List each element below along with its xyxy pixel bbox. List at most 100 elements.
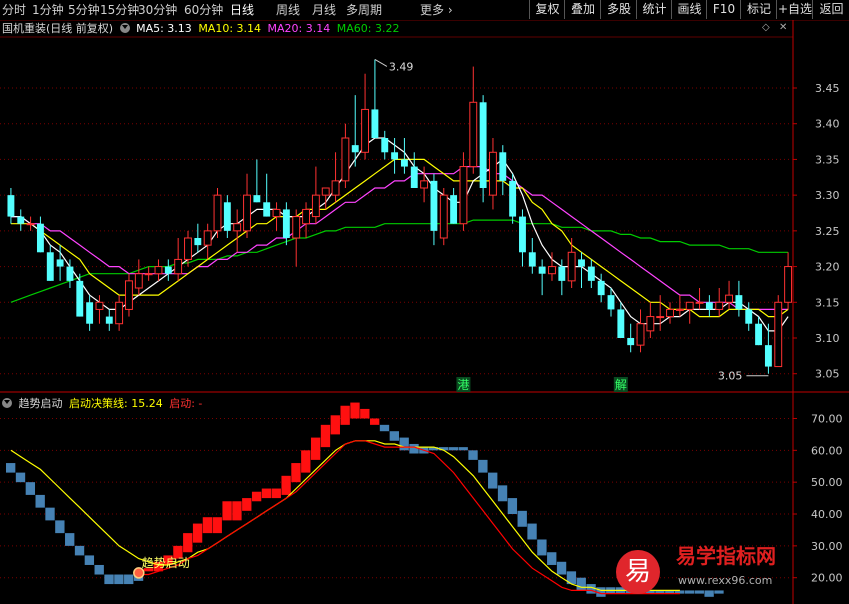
trend-bar — [517, 510, 527, 527]
trend-bar — [192, 523, 203, 543]
candle-body-up — [548, 266, 556, 275]
trend-bar — [320, 424, 331, 448]
trend-bar — [6, 463, 16, 473]
trend-bar — [65, 533, 75, 546]
candle-body-down — [705, 302, 713, 310]
candle-body-up — [715, 301, 724, 310]
candle-body-up — [725, 294, 733, 303]
candle-body-up — [567, 251, 576, 282]
low-price-label: 3.05 — [718, 370, 743, 383]
candle-body-down — [764, 345, 772, 367]
price-tick-label: 3.40 — [815, 118, 840, 131]
candle-body-up — [469, 101, 478, 168]
candle-body-up — [203, 230, 212, 246]
candle-body-down — [105, 316, 113, 324]
candle-body-up — [321, 187, 330, 196]
candle-body-down — [627, 338, 635, 346]
trend-bar — [232, 501, 242, 521]
candle-body-down — [509, 180, 517, 217]
price-tick-label: 3.05 — [815, 368, 840, 381]
candle-body-down — [538, 266, 546, 274]
candle-body-up — [341, 137, 350, 182]
trend-bar — [527, 523, 537, 540]
candle-body-down — [499, 152, 507, 181]
decision-line — [10, 440, 680, 591]
candle-body-up — [685, 301, 694, 310]
price-tick-label: 3.25 — [815, 225, 840, 238]
candle-body-up — [292, 216, 301, 239]
trend-bar — [124, 574, 134, 585]
candle-body-up — [184, 237, 192, 260]
candle-body-down — [479, 102, 487, 188]
candle-body-down — [745, 309, 753, 324]
candle-body-down — [617, 309, 625, 338]
candle-body-up — [233, 223, 242, 232]
candle-body-up — [213, 194, 222, 232]
candle-body-up — [646, 316, 655, 332]
candle-body-up — [675, 308, 684, 311]
trend-bar — [497, 485, 508, 502]
sub-tick-label: 40.00 — [811, 508, 843, 521]
candle-body-down — [381, 138, 389, 153]
trend-bar — [45, 507, 55, 521]
candle-body-down — [56, 259, 64, 267]
price-tick-label: 3.20 — [815, 261, 840, 274]
trend-bar — [35, 494, 45, 508]
trend-bar — [379, 424, 390, 432]
candle-body-down — [17, 216, 25, 224]
candle-body-down — [164, 266, 172, 274]
candle-body-down — [223, 202, 231, 231]
candle-body-up — [636, 323, 645, 346]
signal-text: 趋势启动 — [142, 556, 190, 570]
watermark: 易 易学指标网 www.rexx96.com — [610, 544, 800, 600]
candle-body-up — [311, 194, 320, 218]
trend-bar — [488, 472, 498, 489]
sub-tick-label: 20.00 — [811, 572, 843, 585]
event-marker-label: 解 — [615, 378, 627, 392]
candle-body-down — [755, 323, 763, 346]
brand-url: www.rexx96.com — [678, 574, 773, 587]
sub-tick-label: 70.00 — [811, 412, 843, 425]
trend-bar — [448, 447, 459, 451]
candle-body-down — [76, 280, 84, 317]
trend-bar — [468, 450, 478, 460]
candle-body-up — [439, 194, 448, 239]
candle-body-up — [459, 166, 468, 225]
candle-body-down — [450, 195, 458, 224]
candle-body-down — [86, 302, 94, 324]
candle-body-up — [331, 180, 340, 196]
trend-bar — [399, 437, 409, 451]
price-tick-label: 3.15 — [815, 296, 840, 309]
trend-bar — [251, 491, 262, 502]
sub-tick-label: 30.00 — [811, 540, 843, 553]
candle-body-up — [115, 301, 124, 325]
trend-bar — [212, 517, 222, 534]
candle-body-up — [174, 258, 183, 275]
candle-body-down — [391, 152, 399, 160]
price-tick-label: 3.10 — [815, 332, 840, 345]
trend-bar — [478, 459, 488, 473]
candle-body-up — [489, 151, 497, 196]
candle-body-up — [134, 273, 143, 289]
candle-body-up — [144, 273, 153, 276]
candle-body-down — [371, 109, 379, 138]
trend-bar — [576, 577, 586, 591]
trend-bar — [310, 437, 321, 460]
candle-body-down — [519, 216, 526, 253]
candle-body-up — [302, 208, 310, 225]
price-tick-label: 3.35 — [815, 153, 840, 166]
candle-body-up — [125, 280, 133, 310]
trend-bar — [222, 501, 232, 521]
candle-body-up — [695, 301, 704, 304]
candle-body-down — [66, 266, 74, 281]
candle-body-down — [400, 159, 408, 167]
trend-bar — [291, 463, 301, 483]
chart-canvas[interactable]: 3.45 3.40 3.35 3.30 3.25 3.20 3.15 3.10 3.05 70.0… — [0, 0, 849, 604]
trend-bar — [261, 488, 272, 499]
candle-body-up — [95, 301, 104, 310]
trend-bar — [183, 533, 193, 553]
candle-body-down — [410, 166, 418, 188]
trend-bar — [202, 517, 213, 534]
logo-icon: 易 — [616, 550, 660, 594]
candle-body-up — [272, 208, 281, 218]
